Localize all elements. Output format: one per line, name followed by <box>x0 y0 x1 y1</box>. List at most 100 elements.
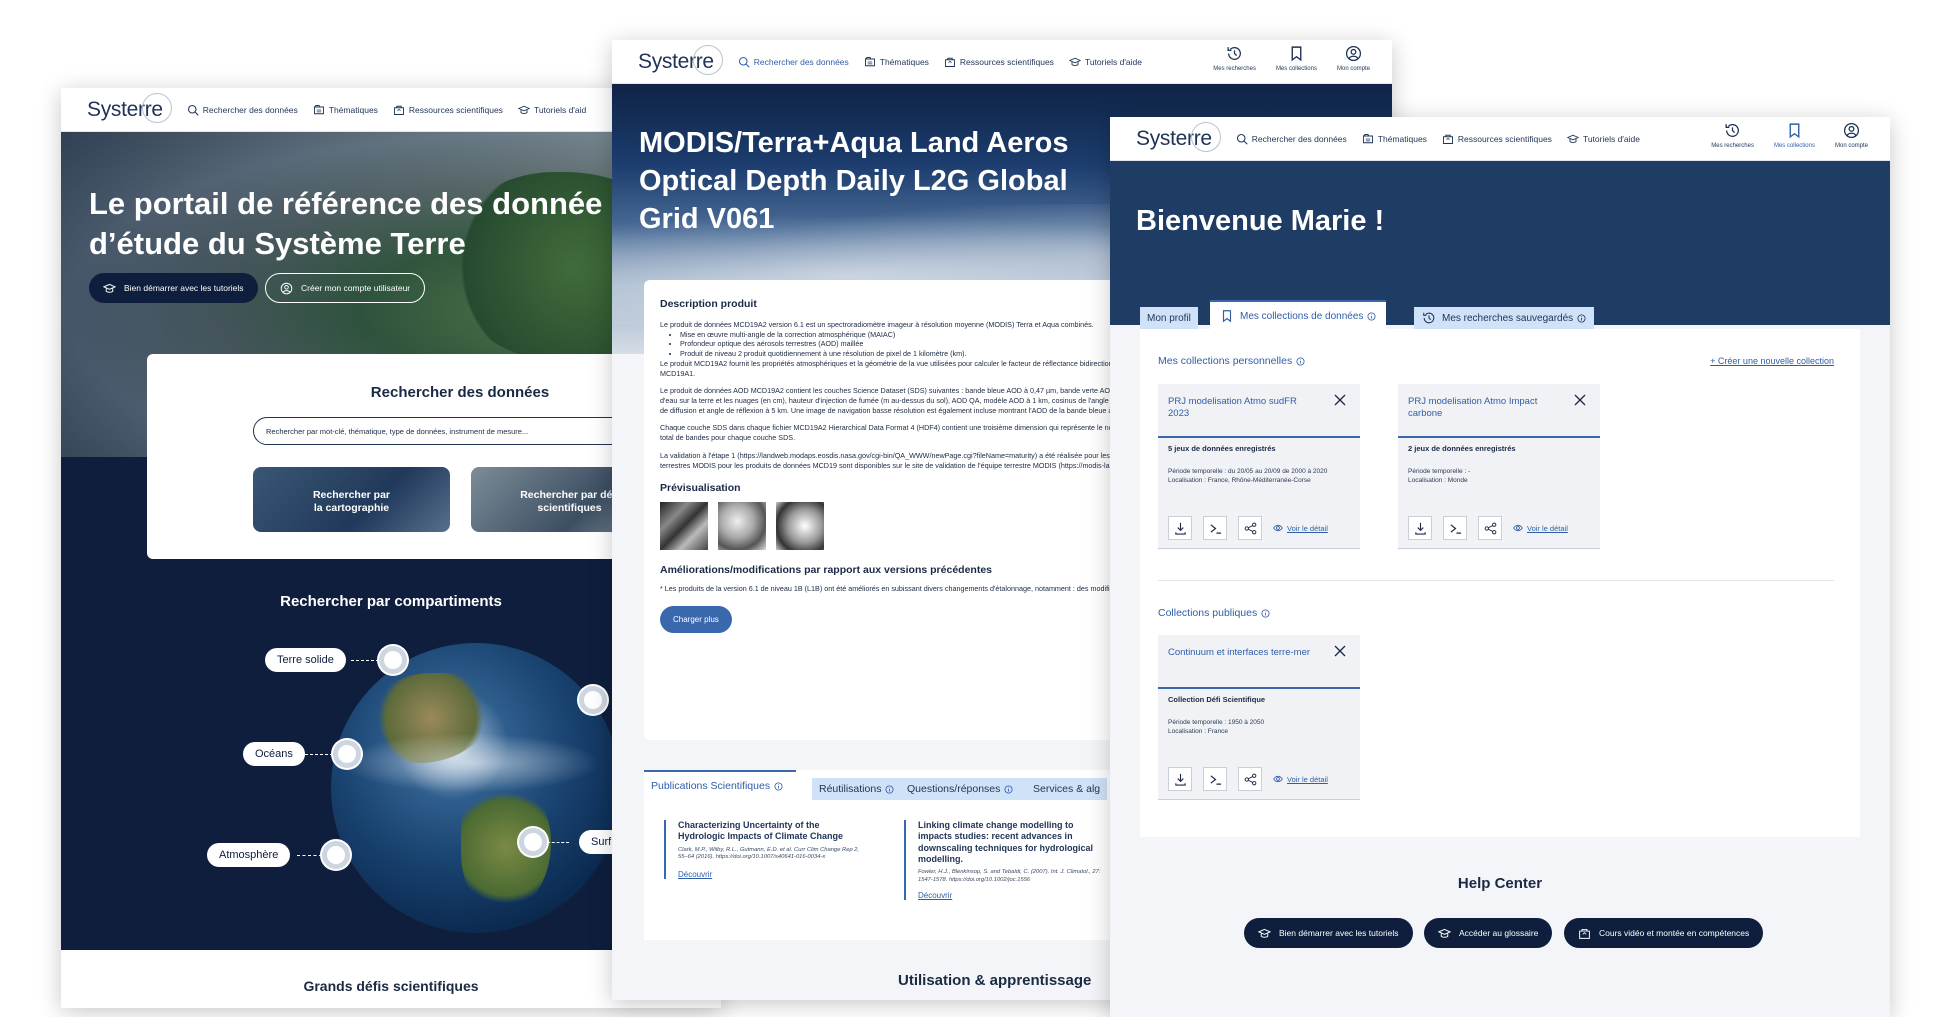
terminal-icon <box>1449 522 1462 535</box>
view-detail-link[interactable]: Voir le détail <box>1273 523 1328 533</box>
compartment-atmosphere[interactable]: Atmosphère <box>207 843 291 867</box>
solid-earth-marker[interactable] <box>379 646 407 674</box>
publication-item: Linking climate change modelling to impa… <box>904 820 1104 900</box>
tab-collections[interactable]: Mes collections de données <box>1210 300 1387 330</box>
tab-saved-searches[interactable]: Mes recherches sauvegardés <box>1414 307 1595 329</box>
surface-marker[interactable] <box>519 828 547 856</box>
my-account-button[interactable]: Mon compte <box>1835 122 1868 149</box>
help-tutorials-button[interactable]: Bien démarrer avec les tutoriels <box>1244 918 1413 948</box>
nav-tutorials[interactable]: Tutoriels d'aide <box>1069 56 1142 68</box>
nav-search[interactable]: Rechercher des données <box>738 56 849 68</box>
info-icon <box>1261 609 1270 618</box>
collection-title[interactable]: Continuum et interfaces terre-mer <box>1168 647 1318 659</box>
download-button[interactable] <box>1168 767 1192 791</box>
nav-themes[interactable]: Thématiques <box>1362 133 1427 145</box>
compartment-oceans[interactable]: Océans <box>243 742 305 766</box>
info-icon <box>1367 312 1376 321</box>
preview-thumbnail[interactable] <box>660 502 708 551</box>
search-icon <box>187 104 199 116</box>
collection-title[interactable]: PRJ modelisation Atmo Impact carbone <box>1408 396 1558 420</box>
nav-search[interactable]: Rechercher des données <box>187 104 298 116</box>
collection-card[interactable]: PRJ modelisation Atmo sudFR 2023 5 jeux … <box>1158 384 1360 549</box>
systerre-logo[interactable]: Systerre <box>87 92 172 123</box>
graduation-cap-icon <box>1438 927 1451 940</box>
nav-resources[interactable]: Ressources scientifiques <box>393 104 503 116</box>
history-icon <box>1422 311 1436 325</box>
my-collections-button[interactable]: Mes collections <box>1276 45 1317 72</box>
globe-marker-right[interactable] <box>579 686 607 714</box>
user-actions: Mes recherches Mes collections Mon compt… <box>1691 122 1868 149</box>
card-divider <box>1398 436 1600 438</box>
tab-profile[interactable]: Mon profil <box>1140 307 1198 329</box>
nav-tutorials[interactable]: Tutoriels d'aide <box>1567 133 1640 145</box>
user-actions: Mes recherches Mes collections Mon compt… <box>1193 45 1370 72</box>
view-detail-link[interactable]: Voir le détail <box>1273 774 1328 784</box>
nav-resources[interactable]: Ressources scientifiques <box>944 56 1054 68</box>
nav-themes[interactable]: Thématiques <box>313 104 378 116</box>
help-center-title: Help Center <box>1457 875 1543 892</box>
hero-title: Le portail de référence des donnée d’étu… <box>89 186 603 261</box>
terminal-button[interactable] <box>1443 516 1467 540</box>
view-detail-link[interactable]: Voir le détail <box>1513 523 1568 533</box>
tab-reuses[interactable]: Réutilisations <box>812 778 908 800</box>
terminal-button[interactable] <box>1203 516 1227 540</box>
help-glossary-button[interactable]: Accéder au glossaire <box>1424 918 1553 948</box>
nav-search[interactable]: Rechercher des données <box>1236 133 1347 145</box>
graduation-cap-icon <box>1069 56 1081 68</box>
publication-reference: Fowler, H.J., Blenkinsop, S. and Tebaldi… <box>918 869 1101 883</box>
tab-questions[interactable]: Questions/réponses <box>900 778 1027 800</box>
close-icon[interactable] <box>1334 394 1346 406</box>
atmosphere-marker[interactable] <box>322 841 350 869</box>
create-collection-link[interactable]: + Créer une nouvelle collection <box>1710 356 1834 366</box>
publication-title[interactable]: Characterizing Uncertainty of the Hydrol… <box>678 820 869 843</box>
eye-icon <box>1273 774 1283 784</box>
info-icon <box>1577 314 1586 323</box>
publication-item: Characterizing Uncertainty of the Hydrol… <box>664 820 869 880</box>
nav-resources[interactable]: Ressources scientifiques <box>1442 133 1552 145</box>
systerre-logo[interactable]: Systerre <box>638 44 723 75</box>
collection-title[interactable]: PRJ modelisation Atmo sudFR 2023 <box>1168 396 1318 420</box>
map-search-tile[interactable]: Rechercher par la cartographie <box>253 467 450 532</box>
close-icon[interactable] <box>1334 645 1346 657</box>
tab-publications[interactable]: Publications Scientifiques <box>644 770 797 800</box>
collections-panel: Mes collections personnelles + Créer une… <box>1140 329 1860 837</box>
my-collections-button[interactable]: Mes collections <box>1774 122 1815 149</box>
close-icon[interactable] <box>1574 394 1586 406</box>
card-divider <box>1158 436 1360 438</box>
section-divider <box>1158 580 1834 581</box>
start-tutorials-button[interactable]: Bien démarrer avec les tutoriels <box>89 273 258 303</box>
load-more-button[interactable]: Charger plus <box>660 606 732 634</box>
my-account-button[interactable]: Mon compte <box>1337 45 1370 72</box>
info-icon <box>1004 785 1013 794</box>
my-searches-button[interactable]: Mes recherches <box>1711 122 1754 149</box>
usage-title: Utilisation & apprentissage <box>898 972 1092 989</box>
terminal-button[interactable] <box>1203 767 1227 791</box>
download-button[interactable] <box>1168 516 1192 540</box>
bookmark-icon <box>1220 309 1234 323</box>
compartment-solid-earth[interactable]: Terre solide <box>265 648 346 672</box>
share-button[interactable] <box>1238 767 1262 791</box>
tab-services[interactable]: Services & alg <box>1026 778 1108 800</box>
product-top-nav: Systerre Rechercher des données Thématiq… <box>612 40 1392 84</box>
collection-card[interactable]: PRJ modelisation Atmo Impact carbone 2 j… <box>1398 384 1600 549</box>
preview-thumbnail[interactable] <box>776 502 824 551</box>
collection-card[interactable]: Continuum et interfaces terre-mer Collec… <box>1158 635 1360 800</box>
create-account-button[interactable]: Créer mon compte utilisateur <box>265 273 426 303</box>
nav-themes[interactable]: Thématiques <box>864 56 929 68</box>
my-searches-button[interactable]: Mes recherches <box>1213 45 1256 72</box>
share-button[interactable] <box>1238 516 1262 540</box>
discover-link[interactable]: Découvrir <box>678 870 869 879</box>
help-video-courses-button[interactable]: Cours vidéo et montée en compétences <box>1564 918 1764 948</box>
connector-line <box>297 855 322 856</box>
graduation-cap-icon <box>1258 927 1271 940</box>
preview-thumbnail[interactable] <box>718 502 766 551</box>
resources-icon <box>393 104 405 116</box>
connector-line <box>305 754 333 755</box>
publication-title[interactable]: Linking climate change modelling to impa… <box>918 820 1104 865</box>
nav-tutorials[interactable]: Tutoriels d'aid <box>518 104 586 116</box>
systerre-logo[interactable]: Systerre <box>1136 121 1221 152</box>
download-button[interactable] <box>1408 516 1432 540</box>
oceans-marker[interactable] <box>333 740 361 768</box>
share-button[interactable] <box>1478 516 1502 540</box>
discover-link[interactable]: Découvrir <box>918 891 1104 900</box>
